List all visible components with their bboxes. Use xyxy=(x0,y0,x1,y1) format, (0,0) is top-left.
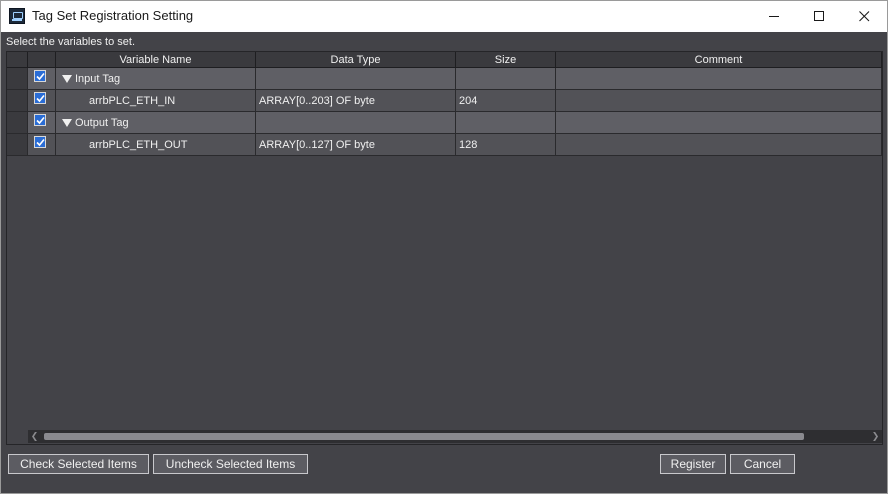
size-cell: 204 xyxy=(456,90,556,112)
column-header-comment[interactable]: Comment xyxy=(556,52,882,68)
column-header-data-type[interactable]: Data Type xyxy=(256,52,456,68)
minimize-icon xyxy=(769,16,779,17)
checkbox-column-header[interactable] xyxy=(28,52,56,68)
scroll-right-icon[interactable]: ❯ xyxy=(869,430,882,443)
variables-grid: Variable Name Data Type Size Comment Inp… xyxy=(6,51,883,445)
data-type-cell xyxy=(256,68,456,90)
comment-cell[interactable] xyxy=(556,134,882,156)
variable-name-cell: arrbPLC_ETH_IN xyxy=(56,90,256,112)
uncheck-selected-items-button[interactable]: Uncheck Selected Items xyxy=(153,454,308,474)
checkbox-checked-icon xyxy=(36,116,45,125)
triangle-down-icon[interactable] xyxy=(62,75,72,83)
horizontal-scrollbar[interactable]: ❮ ❯ xyxy=(28,430,882,443)
column-header-variable-name[interactable]: Variable Name xyxy=(56,52,256,68)
minimize-button[interactable] xyxy=(751,1,797,32)
table-row[interactable]: arrbPLC_ETH_OUT ARRAY[0..127] OF byte 12… xyxy=(7,134,882,156)
close-icon xyxy=(859,11,870,22)
triangle-down-icon[interactable] xyxy=(62,119,72,127)
cancel-button[interactable]: Cancel xyxy=(730,454,795,474)
dialog-window: Tag Set Registration Setting Select the … xyxy=(0,0,888,494)
size-cell xyxy=(456,112,556,134)
table-row-group-output[interactable]: Output Tag xyxy=(7,112,882,134)
column-header-size[interactable]: Size xyxy=(456,52,556,68)
row-header[interactable] xyxy=(7,112,28,134)
row-header[interactable] xyxy=(7,68,28,90)
size-cell: 128 xyxy=(456,134,556,156)
row-header[interactable] xyxy=(7,90,28,112)
title-bar[interactable]: Tag Set Registration Setting xyxy=(1,1,887,32)
check-selected-items-button[interactable]: Check Selected Items xyxy=(8,454,149,474)
row-checkbox[interactable] xyxy=(34,70,46,82)
app-icon xyxy=(9,8,25,24)
variable-name-cell: arrbPLC_ETH_OUT xyxy=(56,134,256,156)
checkbox-checked-icon xyxy=(36,138,45,147)
scroll-left-icon[interactable]: ❮ xyxy=(28,430,41,443)
instruction-text: Select the variables to set. xyxy=(6,36,136,48)
data-type-cell: ARRAY[0..127] OF byte xyxy=(256,134,456,156)
row-header-corner xyxy=(7,52,28,68)
comment-cell[interactable] xyxy=(556,68,882,90)
row-checkbox[interactable] xyxy=(34,114,46,126)
table-row-group-input[interactable]: Input Tag xyxy=(7,68,882,90)
table-row[interactable]: arrbPLC_ETH_IN ARRAY[0..203] OF byte 204 xyxy=(7,90,882,112)
comment-cell[interactable] xyxy=(556,112,882,134)
size-cell xyxy=(456,68,556,90)
data-type-cell xyxy=(256,112,456,134)
maximize-icon xyxy=(814,11,824,21)
group-name: Input Tag xyxy=(75,73,121,85)
row-checkbox[interactable] xyxy=(34,92,46,104)
maximize-button[interactable] xyxy=(796,1,842,32)
window-title: Tag Set Registration Setting xyxy=(32,8,194,23)
checkbox-checked-icon xyxy=(36,94,45,103)
checkbox-checked-icon xyxy=(36,72,45,81)
row-header[interactable] xyxy=(7,134,28,156)
group-name: Output Tag xyxy=(75,117,129,129)
scrollbar-thumb[interactable] xyxy=(44,433,804,440)
data-type-cell: ARRAY[0..203] OF byte xyxy=(256,90,456,112)
comment-cell[interactable] xyxy=(556,90,882,112)
close-button[interactable] xyxy=(841,1,887,32)
row-checkbox[interactable] xyxy=(34,136,46,148)
register-button[interactable]: Register xyxy=(660,454,726,474)
